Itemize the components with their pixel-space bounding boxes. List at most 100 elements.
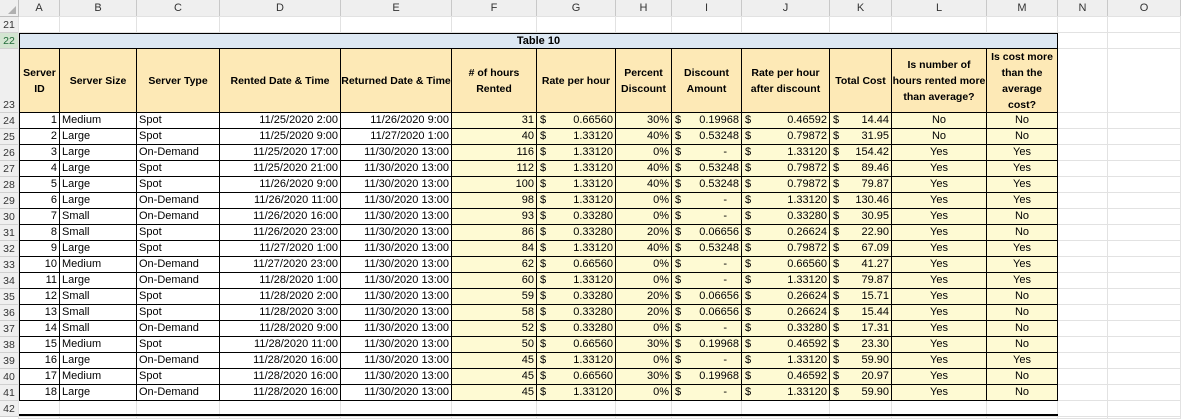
cell-id[interactable]: 10 — [19, 257, 60, 273]
cell-total[interactable]: $59.90 — [830, 385, 892, 401]
column-header-c[interactable]: C — [137, 0, 220, 17]
cell-c_avg[interactable]: No — [987, 305, 1058, 321]
cell-returned[interactable]: 11/30/2020 13:00 — [341, 305, 452, 321]
cell-rented[interactable]: 11/25/2020 21:00 — [220, 161, 341, 177]
cell-rented[interactable]: 11/25/2020 2:00 — [220, 113, 341, 129]
cell-c_avg[interactable]: No — [987, 209, 1058, 225]
column-header-f[interactable]: F — [452, 0, 537, 17]
cell-rented[interactable]: 11/28/2020 3:00 — [220, 305, 341, 321]
cell-rate[interactable]: $1.33120 — [537, 193, 616, 209]
cell-c_avg[interactable]: Yes — [987, 273, 1058, 289]
cell-pct[interactable]: 40% — [616, 161, 672, 177]
cell-size[interactable]: Small — [60, 305, 137, 321]
header-server-id[interactable]: Server ID — [19, 49, 60, 113]
row-header-38[interactable]: 38 — [0, 337, 19, 353]
cell-size[interactable]: Small — [60, 321, 137, 337]
cell-disc[interactable]: $ - — [672, 273, 742, 289]
cell-type[interactable]: Spot — [137, 177, 220, 193]
row-header-42[interactable]: 42 — [0, 401, 19, 417]
cell-h_avg[interactable]: Yes — [892, 161, 987, 177]
cell-after[interactable]: $1.33120 — [742, 273, 830, 289]
cell-type[interactable]: On-Demand — [137, 209, 220, 225]
cell-type[interactable]: Spot — [137, 225, 220, 241]
cell-h_avg[interactable]: Yes — [892, 241, 987, 257]
cell-rate[interactable]: $0.33280 — [537, 305, 616, 321]
column-header-l[interactable]: L — [892, 0, 987, 17]
column-header-o[interactable]: O — [1108, 0, 1181, 17]
cell-size[interactable]: Medium — [60, 257, 137, 273]
cell-size[interactable]: Small — [60, 225, 137, 241]
cell-type[interactable]: On-Demand — [137, 273, 220, 289]
cell-size[interactable]: Small — [60, 209, 137, 225]
cell-rate[interactable]: $0.66560 — [537, 257, 616, 273]
header-rate-after[interactable]: Rate per hour after discount — [742, 49, 830, 113]
cell-id[interactable]: 11 — [19, 273, 60, 289]
cell-hours[interactable]: 45 — [452, 369, 537, 385]
cell-returned[interactable]: 11/27/2020 1:00 — [341, 129, 452, 145]
cell-after[interactable]: $0.26624 — [742, 305, 830, 321]
cell-total[interactable]: $17.31 — [830, 321, 892, 337]
cell-c_avg[interactable]: No — [987, 289, 1058, 305]
cell-returned[interactable]: 11/30/2020 13:00 — [341, 177, 452, 193]
cell-returned[interactable]: 11/30/2020 13:00 — [341, 209, 452, 225]
cell-rate[interactable]: $0.66560 — [537, 369, 616, 385]
cell-disc[interactable]: $0.06656 — [672, 225, 742, 241]
cell-size[interactable]: Large — [60, 161, 137, 177]
cell-total[interactable]: $89.46 — [830, 161, 892, 177]
cell-returned[interactable]: 11/30/2020 13:00 — [341, 225, 452, 241]
cell-id[interactable]: 6 — [19, 193, 60, 209]
cell-hours[interactable]: 40 — [452, 129, 537, 145]
cell-returned[interactable]: 11/30/2020 13:00 — [341, 161, 452, 177]
cell-disc[interactable]: $ - — [672, 353, 742, 369]
cell-id[interactable]: 5 — [19, 177, 60, 193]
cell-total[interactable]: $20.97 — [830, 369, 892, 385]
cell-hours[interactable]: 98 — [452, 193, 537, 209]
cell-pct[interactable]: 30% — [616, 369, 672, 385]
row-header-33[interactable]: 33 — [0, 257, 19, 273]
cell-rate[interactable]: $1.33120 — [537, 129, 616, 145]
cell-type[interactable]: Spot — [137, 337, 220, 353]
cell-c_avg[interactable]: No — [987, 113, 1058, 129]
cell-total[interactable]: $79.87 — [830, 177, 892, 193]
cell-hours[interactable]: 116 — [452, 145, 537, 161]
cell-total[interactable]: $79.87 — [830, 273, 892, 289]
column-header-i[interactable]: I — [672, 0, 742, 17]
cell-h_avg[interactable]: Yes — [892, 209, 987, 225]
cell-c_avg[interactable]: Yes — [987, 161, 1058, 177]
cell-pct[interactable]: 0% — [616, 209, 672, 225]
cell-pct[interactable]: 0% — [616, 257, 672, 273]
cell-hours[interactable]: 60 — [452, 273, 537, 289]
cell-pct[interactable]: 0% — [616, 353, 672, 369]
cell-after[interactable]: $0.46592 — [742, 369, 830, 385]
cell-rented[interactable]: 11/27/2020 1:00 — [220, 241, 341, 257]
cell-rented[interactable]: 11/26/2020 23:00 — [220, 225, 341, 241]
header-pct-discount[interactable]: Percent Discount — [616, 49, 672, 113]
cell-hours[interactable]: 50 — [452, 337, 537, 353]
cell-disc[interactable]: $0.06656 — [672, 305, 742, 321]
cell-id[interactable]: 13 — [19, 305, 60, 321]
cell-disc[interactable]: $0.53248 — [672, 161, 742, 177]
select-all-corner[interactable] — [0, 0, 19, 17]
cell-rate[interactable]: $1.33120 — [537, 161, 616, 177]
cell-disc[interactable]: $0.19968 — [672, 113, 742, 129]
cell-returned[interactable]: 11/30/2020 13:00 — [341, 257, 452, 273]
cell-id[interactable]: 18 — [19, 385, 60, 401]
column-header-b[interactable]: B — [60, 0, 137, 17]
cell-disc[interactable]: $ - — [672, 385, 742, 401]
row-header-28[interactable]: 28 — [0, 177, 19, 193]
column-header-j[interactable]: J — [742, 0, 830, 17]
cell-type[interactable]: Spot — [137, 305, 220, 321]
cell-h_avg[interactable]: Yes — [892, 385, 987, 401]
row-header-31[interactable]: 31 — [0, 225, 19, 241]
cell-size[interactable]: Large — [60, 353, 137, 369]
row-header-39[interactable]: 39 — [0, 353, 19, 369]
cell-h_avg[interactable]: Yes — [892, 353, 987, 369]
cell-rate[interactable]: $0.33280 — [537, 289, 616, 305]
cell-rate[interactable]: $1.33120 — [537, 177, 616, 193]
cell-rate[interactable]: $1.33120 — [537, 385, 616, 401]
cell-after[interactable]: $1.33120 — [742, 385, 830, 401]
cell-size[interactable]: Large — [60, 273, 137, 289]
cell-returned[interactable]: 11/30/2020 13:00 — [341, 321, 452, 337]
cell-returned[interactable]: 11/30/2020 13:00 — [341, 145, 452, 161]
cell-after[interactable]: $0.79872 — [742, 161, 830, 177]
